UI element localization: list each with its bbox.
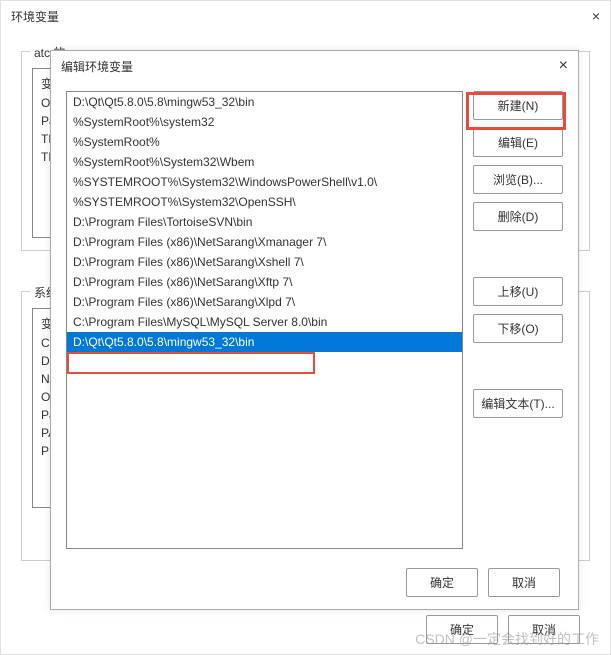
inner-close-icon[interactable]: × xyxy=(559,57,568,75)
delete-button[interactable]: 删除(D) xyxy=(473,202,563,231)
new-button[interactable]: 新建(N) xyxy=(473,91,563,120)
button-column: 新建(N) 编辑(E) 浏览(B)... 删除(D) 上移(U) 下移(O) 编… xyxy=(473,91,563,549)
browse-button[interactable]: 浏览(B)... xyxy=(473,165,563,194)
inner-titlebar: 编辑环境变量 × xyxy=(51,51,578,81)
path-listbox[interactable]: D:\Qt\Qt5.8.0\5.8\mingw53_32\bin%SystemR… xyxy=(66,91,463,549)
inner-footer: 确定 取消 xyxy=(406,568,560,597)
moveup-button[interactable]: 上移(U) xyxy=(473,277,563,306)
path-item[interactable]: D:\Program Files (x86)\NetSarang\Xlpd 7\ xyxy=(67,292,462,312)
outer-titlebar: 环境变量 × xyxy=(1,1,610,31)
path-item[interactable]: D:\Qt\Qt5.8.0\5.8\mingw53_32\bin xyxy=(67,92,462,112)
path-item[interactable]: %SystemRoot%\system32 xyxy=(67,112,462,132)
movedown-button[interactable]: 下移(O) xyxy=(473,314,563,343)
path-item[interactable]: D:\Program Files (x86)\NetSarang\Xshell … xyxy=(67,252,462,272)
path-item[interactable]: %SystemRoot% xyxy=(67,132,462,152)
inner-ok-button[interactable]: 确定 xyxy=(406,568,478,597)
inner-content: D:\Qt\Qt5.8.0\5.8\mingw53_32\bin%SystemR… xyxy=(51,81,578,559)
path-item[interactable]: D:\Qt\Qt5.8.0\5.8\mingw53_32\bin xyxy=(67,332,462,352)
path-item[interactable]: D:\Program Files\TortoiseSVN\bin xyxy=(67,212,462,232)
inner-title: 编辑环境变量 xyxy=(61,58,133,75)
outer-footer: 确定 取消 xyxy=(426,615,580,644)
path-item[interactable]: D:\Program Files (x86)\NetSarang\Xmanage… xyxy=(67,232,462,252)
path-item[interactable]: C:\Program Files\MySQL\MySQL Server 8.0\… xyxy=(67,312,462,332)
path-item[interactable]: %SystemRoot%\System32\Wbem xyxy=(67,152,462,172)
edit-button[interactable]: 编辑(E) xyxy=(473,128,563,157)
inner-cancel-button[interactable]: 取消 xyxy=(488,568,560,597)
path-item[interactable]: %SYSTEMROOT%\System32\WindowsPowerShell\… xyxy=(67,172,462,192)
outer-close-icon[interactable]: × xyxy=(592,8,600,24)
outer-ok-button[interactable]: 确定 xyxy=(426,615,498,644)
edit-env-var-dialog: 编辑环境变量 × D:\Qt\Qt5.8.0\5.8\mingw53_32\bi… xyxy=(50,50,579,610)
path-item[interactable]: %SYSTEMROOT%\System32\OpenSSH\ xyxy=(67,192,462,212)
outer-cancel-button[interactable]: 取消 xyxy=(508,615,580,644)
edittext-button[interactable]: 编辑文本(T)... xyxy=(473,389,563,418)
path-item[interactable]: D:\Program Files (x86)\NetSarang\Xftp 7\ xyxy=(67,272,462,292)
outer-title: 环境变量 xyxy=(11,8,59,25)
